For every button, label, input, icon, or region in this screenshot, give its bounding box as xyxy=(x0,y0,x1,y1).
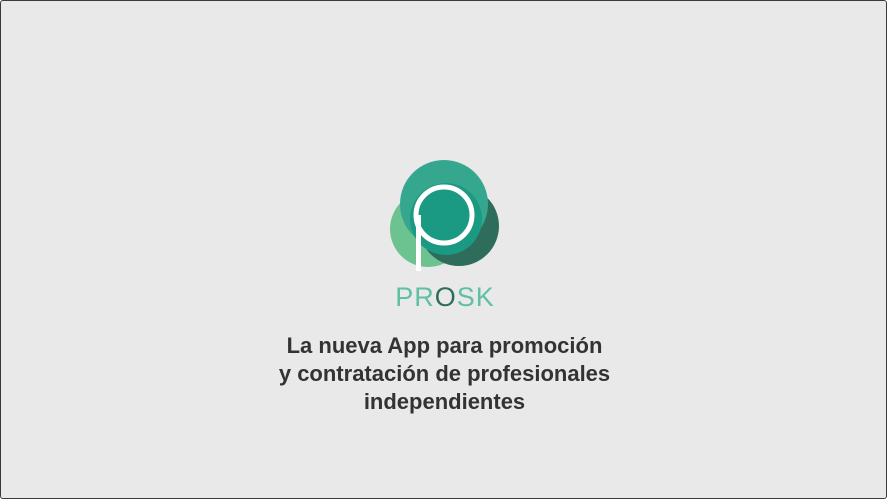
tagline-line-2: y contratación de profesionales xyxy=(278,361,611,386)
brand-part-o: O xyxy=(434,282,457,312)
splash-screen: PROSK La nueva App para promoción y cont… xyxy=(0,0,887,499)
tagline-line-1: La nueva App para promoción xyxy=(286,333,603,358)
tagline-line-3: independientes xyxy=(363,389,526,414)
brand-wordmark: PROSK xyxy=(345,279,545,315)
tagline: La nueva App para promoción y contrataci… xyxy=(201,332,688,416)
prosk-logo-icon xyxy=(390,160,499,271)
brand-part-pr: PR xyxy=(395,282,435,312)
brand-part-sk: SK xyxy=(456,282,495,312)
